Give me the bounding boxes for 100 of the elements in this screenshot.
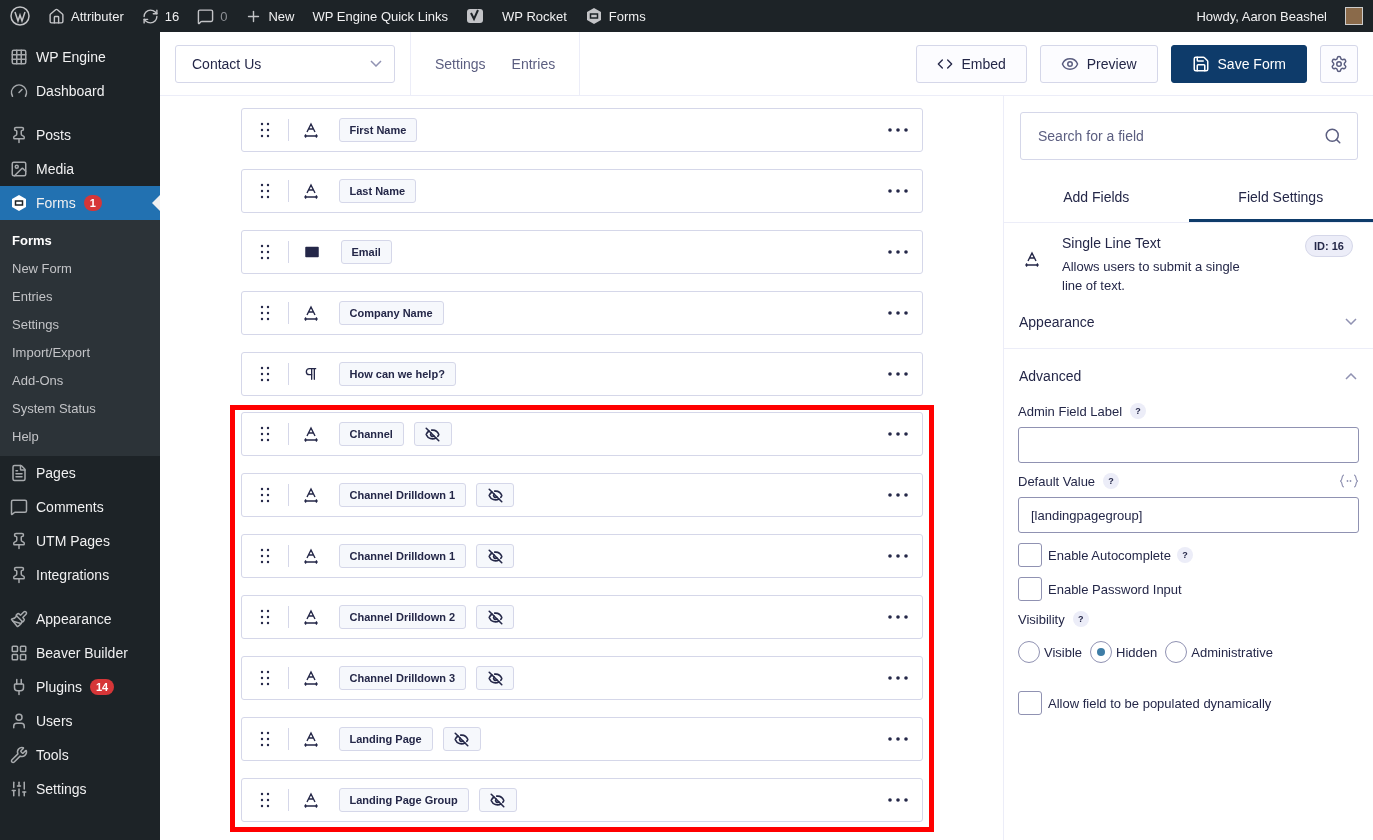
drag-handle-icon[interactable]	[259, 366, 270, 382]
embed-button[interactable]: Embed	[916, 44, 1027, 83]
more-options-icon[interactable]	[887, 432, 908, 436]
sidebar-item[interactable]: Settings	[0, 772, 160, 806]
help-icon[interactable]: ?	[1176, 547, 1193, 563]
more-options-icon[interactable]	[887, 676, 908, 680]
more-options-icon[interactable]	[887, 372, 908, 376]
text-field-icon	[302, 426, 319, 442]
text-input[interactable]	[1018, 427, 1359, 463]
sidebar-item[interactable]: WP Engine	[0, 40, 160, 74]
submenu-item[interactable]: Help	[0, 422, 160, 450]
drag-handle-icon[interactable]	[259, 183, 270, 199]
sidebar-item[interactable]: Comments	[0, 490, 160, 524]
search-field[interactable]: Search for a field	[1020, 112, 1358, 160]
admin-bar-item[interactable]: WP Engine Quick Links	[312, 8, 449, 24]
sidebar-item[interactable]: Beaver Builder	[0, 636, 160, 670]
form-field-row[interactable]: Landing Page	[240, 717, 923, 761]
merge-tags-icon[interactable]	[1339, 474, 1359, 488]
section-header[interactable]: Advanced	[1004, 349, 1373, 403]
form-field-row[interactable]: Channel Drilldown 1	[240, 534, 923, 578]
greeting-link[interactable]: Howdy, Aaron Beashel	[1196, 8, 1327, 24]
sidebar-item[interactable]: Plugins 14	[0, 670, 160, 704]
panel-tab[interactable]: Add Fields	[1004, 174, 1189, 222]
drag-handle-icon[interactable]	[259, 731, 270, 747]
sidebar-item[interactable]: UTM Pages	[0, 524, 160, 558]
eye-off-icon	[487, 487, 503, 503]
text-field-icon	[302, 487, 319, 503]
sidebar-item[interactable]: Tools	[0, 738, 160, 772]
drag-handle-icon[interactable]	[259, 426, 270, 442]
eye-off-icon	[490, 792, 506, 808]
text-input[interactable]: [landingpagegroup]	[1018, 497, 1359, 533]
header-link[interactable]: Settings	[435, 55, 486, 72]
admin-bar-item[interactable]: Attributer	[48, 7, 124, 25]
submenu-item[interactable]: Forms	[0, 226, 160, 254]
wordpress-logo-icon[interactable]	[10, 6, 30, 26]
checkbox[interactable]	[1018, 691, 1042, 715]
field-label: Channel	[338, 422, 404, 446]
sidebar-item[interactable]: Media	[0, 152, 160, 186]
sidebar-item[interactable]: Pages	[0, 456, 160, 490]
menu-icon	[10, 498, 28, 516]
submenu-item[interactable]: Entries	[0, 282, 160, 310]
drag-handle-icon[interactable]	[259, 122, 270, 138]
settings-button[interactable]	[1320, 44, 1358, 83]
sidebar-item[interactable]: Appearance	[0, 602, 160, 636]
form-field-row[interactable]: How can we help?	[240, 352, 923, 396]
drag-handle-icon[interactable]	[259, 792, 270, 808]
eye-off-icon	[454, 731, 470, 747]
submenu-item[interactable]: Add-Ons	[0, 366, 160, 394]
form-field-row[interactable]: Channel Drilldown 2	[240, 595, 923, 639]
save-button[interactable]: Save Form	[1170, 44, 1307, 83]
sidebar-item[interactable]: Forms 1	[0, 186, 160, 220]
help-icon[interactable]: ?	[1130, 403, 1147, 419]
more-options-icon[interactable]	[887, 311, 908, 315]
admin-bar-item[interactable]: New	[245, 7, 295, 25]
drag-handle-icon[interactable]	[259, 305, 270, 321]
eye-off-icon	[487, 670, 503, 686]
drag-handle-icon[interactable]	[259, 609, 270, 625]
admin-bar-item[interactable]: WP Rocket	[502, 8, 567, 24]
header-link[interactable]: Entries	[511, 55, 556, 72]
more-options-icon[interactable]	[887, 189, 908, 193]
form-field-row[interactable]: Last Name	[240, 169, 923, 213]
sidebar-item[interactable]: Integrations	[0, 558, 160, 592]
admin-bar-item[interactable]: 16	[141, 7, 180, 25]
more-options-icon[interactable]	[887, 250, 908, 254]
form-field-row[interactable]: Channel Drilldown 1	[240, 473, 923, 517]
form-field-row[interactable]: Channel	[240, 412, 923, 456]
submenu-item[interactable]: New Form	[0, 254, 160, 282]
submenu-item[interactable]: Settings	[0, 310, 160, 338]
form-field-row[interactable]: First Name	[240, 108, 923, 152]
checkbox[interactable]	[1018, 577, 1042, 601]
form-field-row[interactable]: Company Name	[240, 291, 923, 335]
more-options-icon[interactable]	[887, 737, 908, 741]
drag-handle-icon[interactable]	[259, 670, 270, 686]
sidebar-item[interactable]: Posts	[0, 118, 160, 152]
sidebar-item[interactable]: Dashboard	[0, 74, 160, 108]
form-field-row[interactable]: Landing Page Group	[240, 778, 923, 822]
form-select[interactable]: Contact Us	[175, 44, 395, 83]
help-icon[interactable]: ?	[1072, 611, 1089, 627]
submenu-item[interactable]: System Status	[0, 394, 160, 422]
more-options-icon[interactable]	[887, 615, 908, 619]
admin-bar-item[interactable]	[466, 7, 485, 25]
drag-handle-icon[interactable]	[259, 548, 270, 564]
menu-icon	[10, 780, 28, 798]
section-header[interactable]: Appearance	[1004, 295, 1373, 349]
drag-handle-icon[interactable]	[259, 244, 270, 260]
more-options-icon[interactable]	[887, 554, 908, 558]
admin-bar-item[interactable]: Forms	[584, 7, 646, 25]
sidebar-item[interactable]: Users	[0, 704, 160, 738]
help-icon[interactable]: ?	[1103, 473, 1120, 489]
panel-tab[interactable]: Field Settings	[1188, 174, 1373, 222]
preview-button[interactable]: Preview	[1039, 44, 1158, 83]
submenu-item[interactable]: Import/Export	[0, 338, 160, 366]
checkbox[interactable]	[1018, 543, 1042, 567]
chevron-down-icon	[1345, 318, 1357, 325]
form-field-row[interactable]: Email	[240, 230, 923, 274]
drag-handle-icon[interactable]	[259, 487, 270, 503]
more-options-icon[interactable]	[887, 798, 908, 802]
more-options-icon[interactable]	[887, 493, 908, 497]
form-field-row[interactable]: Channel Drilldown 3	[240, 656, 923, 700]
more-options-icon[interactable]	[887, 128, 908, 132]
